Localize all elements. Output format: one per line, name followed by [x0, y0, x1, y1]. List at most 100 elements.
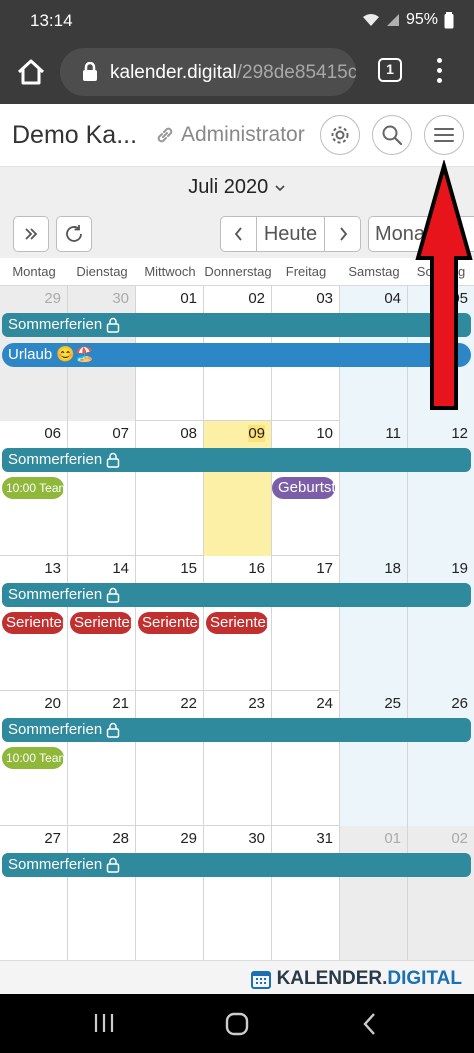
tab-switcher-button[interactable]: 1 — [378, 58, 402, 82]
day-cell[interactable]: 25 — [340, 691, 408, 826]
day-cell[interactable]: 02 — [408, 826, 474, 961]
search-button[interactable] — [372, 115, 412, 155]
event-series[interactable]: Serientermin — [2, 612, 64, 634]
home-icon[interactable] — [14, 55, 48, 89]
expand-button[interactable] — [13, 216, 49, 252]
day-number: 01 — [384, 830, 401, 847]
gear-icon — [331, 126, 349, 144]
weekday-label: Montag — [12, 264, 56, 279]
day-number: 20 — [44, 695, 61, 712]
day-cell[interactable]: 27 — [0, 826, 68, 961]
day-cell[interactable]: 30 — [204, 826, 272, 961]
lock-icon — [106, 587, 120, 603]
system-nav-bar — [0, 994, 474, 1053]
chevron-down-icon — [275, 185, 285, 192]
day-cell[interactable]: 29 — [136, 826, 204, 961]
day-number: 28 — [112, 830, 129, 847]
weekday-label: Dienstag — [76, 264, 128, 279]
brand-logo[interactable]: KALENDER.DIGITAL — [250, 968, 462, 990]
next-month-button[interactable] — [324, 216, 361, 252]
menu-button[interactable] — [424, 115, 464, 155]
previous-month-button[interactable] — [220, 216, 257, 252]
lock-icon — [106, 452, 120, 468]
back-icon[interactable] — [362, 1011, 378, 1037]
lock-icon — [106, 317, 120, 333]
event-sommerferien[interactable]: Sommerferien — [2, 313, 471, 337]
month-selector[interactable]: Juli 2020 — [0, 166, 474, 208]
day-cell[interactable]: 08 — [136, 421, 204, 556]
day-number: 31 — [316, 830, 333, 847]
lock-icon — [106, 722, 120, 738]
weekday-label: Samstag — [348, 264, 400, 279]
refresh-icon — [66, 225, 82, 242]
day-number: 09 — [248, 425, 265, 442]
day-number: 30 — [112, 290, 129, 307]
day-number: 23 — [248, 695, 265, 712]
week-row: 20 21 22 23 24 25 26 Sommerferien 10:00 … — [0, 691, 474, 826]
day-cell[interactable]: 22 — [136, 691, 204, 826]
weekday-header: Montag Dienstag Mittwoch Donnerstag Frei… — [0, 258, 474, 286]
day-number: 19 — [451, 560, 468, 577]
month-label: Juli 2020 — [188, 176, 269, 198]
event-urlaub[interactable]: Urlaub 😊🏖️ — [2, 343, 471, 367]
event-series[interactable]: Serientermin — [70, 612, 132, 634]
status-bar: 13:14 95% — [0, 0, 474, 42]
event-sommerferien[interactable]: Sommerferien — [2, 448, 471, 472]
event-sommerferien[interactable]: Sommerferien — [2, 853, 471, 877]
day-cell[interactable]: 07 — [68, 421, 136, 556]
search-icon — [382, 125, 403, 146]
day-cell[interactable]: 19 — [408, 556, 474, 691]
home-button-icon[interactable] — [224, 1011, 250, 1037]
event-series[interactable]: Serientermin — [206, 612, 268, 634]
lock-icon — [83, 62, 97, 81]
recent-apps-icon[interactable] — [92, 1012, 116, 1034]
week-row: 27 28 29 30 31 01 02 Sommerferien — [0, 826, 474, 961]
today-cell[interactable]: 09 — [204, 421, 272, 556]
weekday-label: Donnerstag — [204, 264, 272, 279]
day-cell[interactable]: 17 — [272, 556, 340, 691]
event-sommerferien[interactable]: Sommerferien — [2, 583, 471, 607]
day-number: 18 — [384, 560, 401, 577]
app-header: Demo Ka... Administrator — [0, 104, 474, 166]
event-team[interactable]: 10:00 Team — [2, 477, 64, 499]
day-cell[interactable]: 18 — [340, 556, 408, 691]
day-number: 14 — [112, 560, 129, 577]
event-series[interactable]: Serientermin — [138, 612, 200, 634]
admin-link[interactable]: Administrator — [154, 123, 305, 147]
day-number: 02 — [451, 830, 468, 847]
day-cell[interactable]: 21 — [68, 691, 136, 826]
day-number: 30 — [248, 830, 265, 847]
lock-icon — [106, 857, 120, 873]
settings-button[interactable] — [320, 115, 360, 155]
event-team[interactable]: 10:00 Team — [2, 747, 64, 769]
day-cell[interactable]: 11 — [340, 421, 408, 556]
day-number: 01 — [180, 290, 197, 307]
refresh-button[interactable] — [56, 216, 92, 252]
event-birthday[interactable]: Geburtstag — [272, 477, 335, 499]
week-row: 13 14 15 16 17 18 19 Sommerferien Serien… — [0, 556, 474, 691]
event-sommerferien[interactable]: Sommerferien — [2, 718, 471, 742]
chevron-right-icon — [339, 227, 347, 241]
calendar-icon — [250, 971, 271, 989]
day-number: 13 — [44, 560, 61, 577]
day-cell[interactable]: 01 — [340, 826, 408, 961]
today-button[interactable]: Heute — [256, 216, 325, 252]
day-cell[interactable]: 26 — [408, 691, 474, 826]
day-cell[interactable]: 23 — [204, 691, 272, 826]
address-bar[interactable]: kalender.digital/298de85415c — [60, 48, 356, 96]
browser-menu-icon[interactable] — [434, 58, 444, 88]
chevron-left-icon — [234, 227, 242, 241]
app-footer: KALENDER.DIGITAL — [0, 960, 474, 994]
day-number: 06 — [44, 425, 61, 442]
day-number: 08 — [180, 425, 197, 442]
day-cell[interactable]: 24 — [272, 691, 340, 826]
status-time: 13:14 — [30, 11, 73, 30]
signal-icon — [386, 14, 399, 26]
day-cell[interactable]: 28 — [68, 826, 136, 961]
day-cell[interactable]: 12 — [408, 421, 474, 556]
week-row: 29 30 01 02 03 04 05 Sommerferien Urlaub… — [0, 286, 474, 421]
day-number: 04 — [384, 290, 401, 307]
day-number: 21 — [112, 695, 129, 712]
day-cell[interactable]: 31 — [272, 826, 340, 961]
weekday-label: Freitag — [285, 264, 327, 279]
